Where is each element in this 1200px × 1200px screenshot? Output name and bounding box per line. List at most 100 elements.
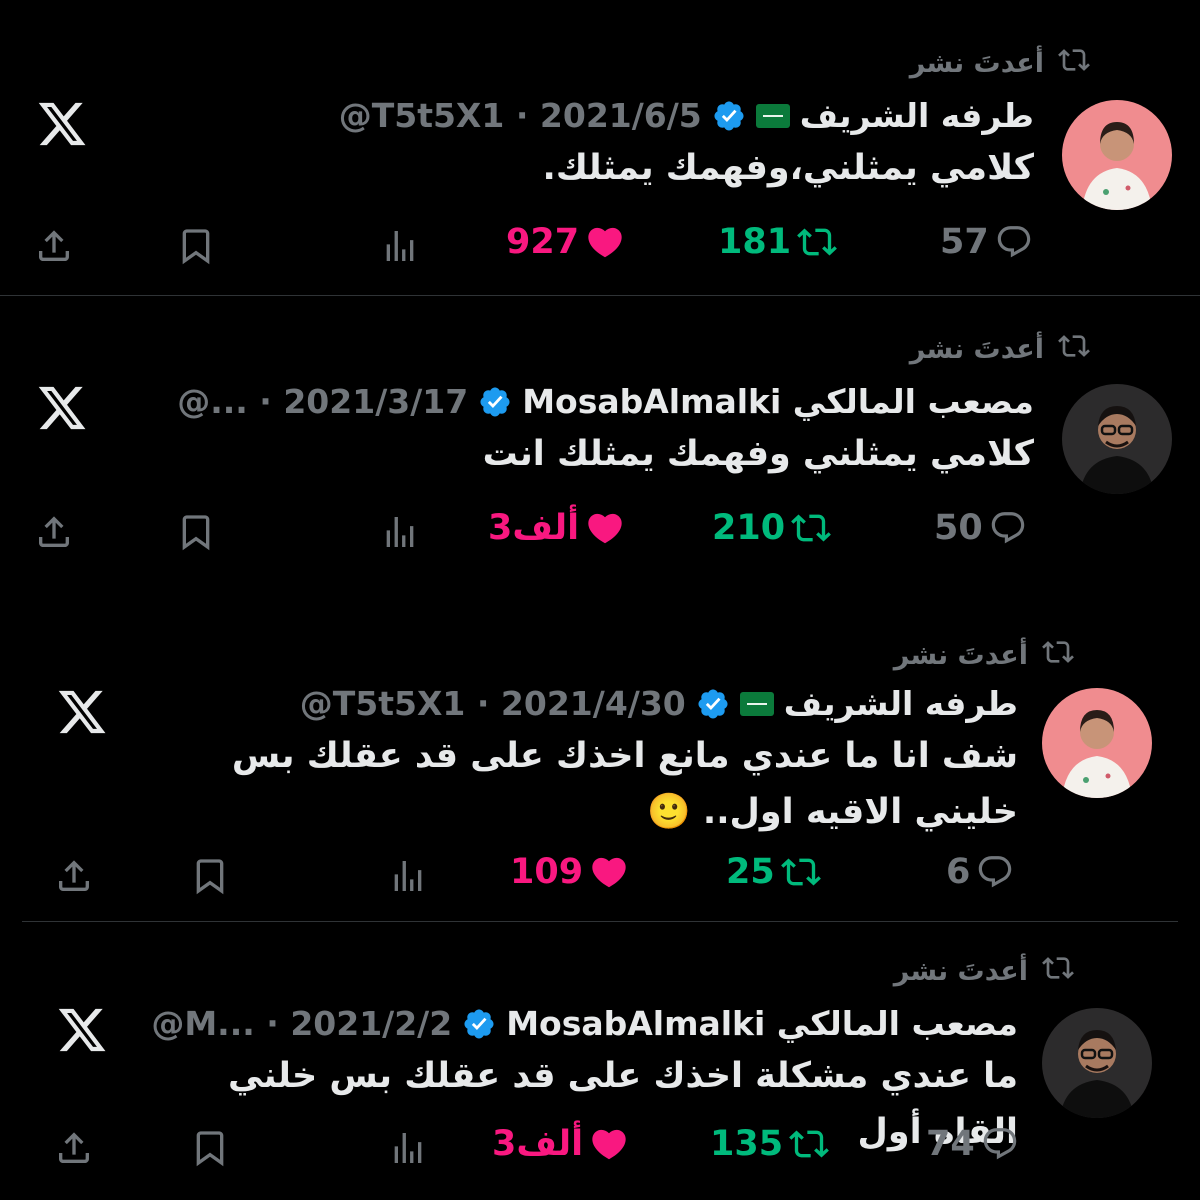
retweet-button[interactable]: 181 — [718, 222, 837, 262]
like-button[interactable]: 927 — [506, 222, 625, 262]
retweet-indicator: أعدتَ نشر — [910, 330, 1090, 369]
like-button[interactable]: 109 — [510, 852, 629, 892]
tweet-header: طرفه الشريف @T5t5X1 · 2021/6/5 — [339, 96, 1034, 135]
tweet-meta: @... · 2021/3/17 — [177, 382, 468, 421]
reply-icon — [976, 853, 1014, 891]
tweet-card[interactable]: أعدتَ نشر مصعب المالكي MosabAlmalki @M..… — [0, 922, 1200, 1200]
tweet-text: شف انا ما عندي مانع اخذك على قد عقلك بس … — [231, 736, 1018, 832]
reply-count: 57 — [940, 222, 989, 262]
share-icon[interactable] — [34, 512, 74, 552]
retweet-indicator: أعدتَ نشر — [910, 44, 1090, 83]
saudi-flag-icon — [755, 103, 790, 128]
bookmark-icon[interactable] — [176, 512, 216, 552]
retweet-label: أعدتَ نشر — [893, 956, 1028, 987]
reply-count: 50 — [934, 508, 983, 548]
tweet-meta: @T5t5X1 · 2021/6/5 — [339, 96, 702, 135]
share-icon[interactable] — [34, 226, 74, 266]
tweet-header: مصعب المالكي MosabAlmalki @M... · 2021/2… — [151, 1004, 1018, 1043]
handle[interactable]: @T5t5X1 — [300, 684, 466, 723]
bookmark-icon[interactable] — [190, 1128, 230, 1168]
tweet-date[interactable]: 2021/6/5 — [540, 96, 702, 135]
tweet-card[interactable]: أعدتَ نشر طرفه الشريف @T5t5X1 · 2021/4/3… — [0, 626, 1200, 922]
tweet-date[interactable]: 2021/3/17 — [283, 382, 468, 421]
verified-badge-icon — [462, 1007, 496, 1041]
tweet-date[interactable]: 2021/2/2 — [290, 1004, 452, 1043]
tweet-header: مصعب المالكي MosabAlmalki @... · 2021/3/… — [177, 382, 1034, 421]
display-name[interactable]: طرفه الشريف — [784, 684, 1018, 723]
x-logo-icon — [36, 382, 88, 434]
views-icon[interactable] — [388, 856, 428, 896]
tweet-header: طرفه الشريف @T5t5X1 · 2021/4/30 — [300, 684, 1018, 723]
retweet-label: أعدتَ نشر — [909, 334, 1044, 365]
like-button[interactable]: 3ألف — [488, 508, 625, 548]
display-name[interactable]: مصعب المالكي MosabAlmalki — [522, 382, 1034, 421]
separator-dot: · — [515, 96, 529, 135]
reply-count: 6 — [946, 852, 971, 892]
retweet-icon — [789, 1124, 829, 1164]
verified-badge-icon — [478, 385, 512, 419]
tweet-meta: @T5t5X1 · 2021/4/30 — [300, 684, 686, 723]
views-icon[interactable] — [388, 1128, 428, 1168]
handle[interactable]: @T5t5X1 — [339, 96, 505, 135]
reply-button[interactable]: 57 — [940, 222, 1033, 262]
avatar[interactable] — [1042, 1008, 1152, 1118]
retweet-icon — [1058, 44, 1090, 83]
reply-icon — [995, 223, 1033, 261]
verified-badge-icon — [712, 99, 746, 133]
bookmark-icon[interactable] — [176, 226, 216, 266]
retweet-button[interactable]: 135 — [710, 1124, 829, 1164]
retweet-count: 181 — [718, 222, 792, 262]
bookmark-icon[interactable] — [190, 856, 230, 896]
separator-dot: · — [476, 684, 490, 723]
retweet-label: أعدتَ نشر — [893, 640, 1028, 671]
reply-icon — [981, 1125, 1019, 1163]
avatar[interactable] — [1042, 688, 1152, 798]
x-logo-icon — [56, 686, 108, 738]
retweet-count: 135 — [710, 1124, 784, 1164]
retweet-indicator: أعدتَ نشر — [894, 636, 1074, 675]
display-name[interactable]: مصعب المالكي MosabAlmalki — [506, 1004, 1018, 1043]
x-logo-icon — [36, 98, 88, 150]
tweet-card[interactable]: أعدتَ نشر مصعب المالكي MosabAlmalki @...… — [0, 296, 1200, 626]
avatar[interactable] — [1062, 100, 1172, 210]
like-count: 3ألف — [488, 508, 580, 548]
share-icon[interactable] — [54, 1128, 94, 1168]
retweet-icon — [1058, 330, 1090, 369]
retweet-icon — [1042, 952, 1074, 991]
retweet-indicator: أعدتَ نشر — [894, 952, 1074, 991]
separator-dot: · — [266, 1004, 279, 1043]
retweet-count: 210 — [712, 508, 786, 548]
avatar[interactable] — [1062, 384, 1172, 494]
reply-button[interactable]: 74 — [926, 1124, 1019, 1164]
tweet-date[interactable]: 2021/4/30 — [501, 684, 686, 723]
retweet-button[interactable]: 210 — [712, 508, 831, 548]
like-icon — [585, 222, 625, 262]
x-logo-icon — [56, 1004, 108, 1056]
tweet-text: كلامي يمثلني،وفهمك يمثلك. — [542, 148, 1034, 188]
like-count: 927 — [506, 222, 580, 262]
reply-button[interactable]: 50 — [934, 508, 1027, 548]
like-button[interactable]: 3ألف — [492, 1124, 629, 1164]
separator-dot: · — [259, 382, 272, 421]
saudi-flag-icon — [739, 691, 774, 716]
tweet-meta: @M... · 2021/2/2 — [151, 1004, 452, 1043]
views-icon[interactable] — [380, 512, 420, 552]
display-name[interactable]: طرفه الشريف — [800, 96, 1034, 135]
retweet-icon — [1042, 636, 1074, 675]
reply-button[interactable]: 6 — [946, 852, 1014, 892]
handle[interactable]: @... — [177, 382, 248, 421]
like-count: 109 — [510, 852, 584, 892]
handle[interactable]: @M... — [151, 1004, 254, 1043]
retweet-icon — [797, 222, 837, 262]
share-icon[interactable] — [54, 856, 94, 896]
retweet-label: أعدتَ نشر — [909, 48, 1044, 79]
verified-badge-icon — [696, 687, 730, 721]
like-icon — [589, 852, 629, 892]
like-icon — [589, 1124, 629, 1164]
reply-count: 74 — [926, 1124, 975, 1164]
retweet-count: 25 — [726, 852, 775, 892]
retweet-button[interactable]: 25 — [726, 852, 821, 892]
views-icon[interactable] — [380, 226, 420, 266]
tweet-text: كلامي يمثلني وفهمك يمثلك انت — [482, 434, 1034, 474]
tweet-card[interactable]: أعدتَ نشر طرفه الشريف @T5t5X1 · 2021/6/5… — [0, 0, 1200, 296]
